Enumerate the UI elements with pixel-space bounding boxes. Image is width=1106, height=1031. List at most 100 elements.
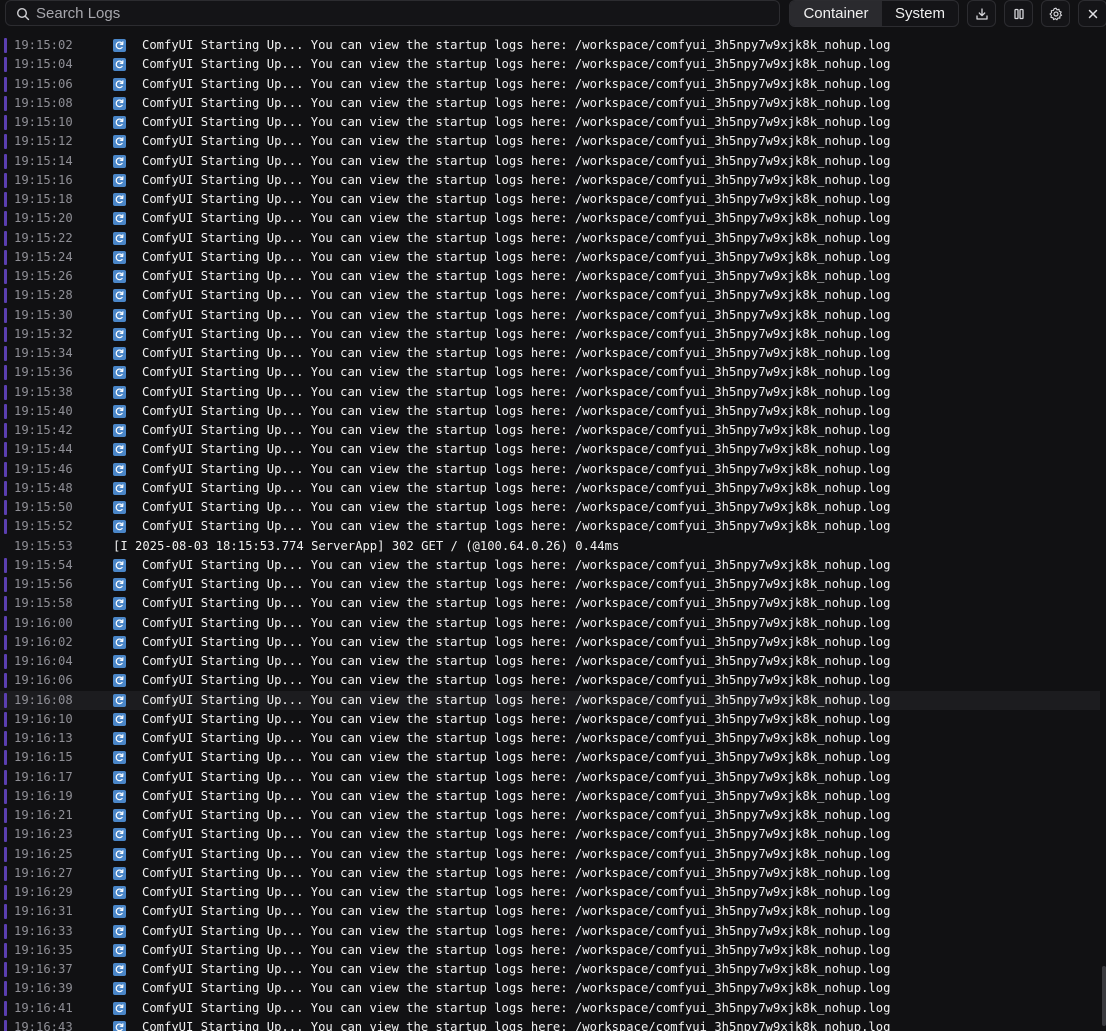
log-row[interactable]: 19:16:21 ComfyUI Starting Up... You can v… [0,806,1100,825]
log-row[interactable]: 19:16:27 ComfyUI Starting Up... You can v… [0,864,1100,883]
log-message: ComfyUI Starting Up... You can view the … [142,134,891,149]
scrollbar[interactable] [1100,36,1106,1031]
log-level-bar [4,211,7,227]
log-row[interactable]: 19:16:41 ComfyUI Starting Up... You can v… [0,999,1100,1018]
log-row[interactable]: 19:15:38 ComfyUI Starting Up... You can v… [0,383,1100,402]
log-row[interactable]: 19:15:34 ComfyUI Starting Up... You can v… [0,344,1100,363]
log-row[interactable]: 19:16:33 ComfyUI Starting Up... You can v… [0,922,1100,941]
log-row[interactable]: 19:15:12 ComfyUI Starting Up... You can v… [0,132,1100,151]
refresh-icon [113,212,126,226]
log-row[interactable]: 19:15:30 ComfyUI Starting Up... You can v… [0,306,1100,325]
log-row[interactable]: 19:16:37 ComfyUI Starting Up... You can v… [0,960,1100,979]
close-icon [1088,9,1098,19]
scrollbar-thumb[interactable] [1102,966,1106,1026]
log-row[interactable]: 19:16:25 ComfyUI Starting Up... You can v… [0,845,1100,864]
log-timestamp: 19:15:18 [14,192,73,206]
log-row[interactable]: 19:15:08 ComfyUI Starting Up... You can v… [0,94,1100,113]
log-row[interactable]: 19:15:16 ComfyUI Starting Up... You can v… [0,171,1100,190]
refresh-icon [113,943,126,957]
refresh-icon [113,924,126,938]
log-row[interactable]: 19:16:08 ComfyUI Starting Up... You can v… [0,690,1100,710]
log-timestamp: 19:15:16 [14,172,73,187]
log-row[interactable]: 19:15:14 ComfyUI Starting Up... You can v… [0,152,1100,171]
log-row[interactable]: 19:15:44 ComfyUI Starting Up... You can v… [0,440,1100,459]
log-row[interactable]: 19:15:20 ComfyUI Starting Up... You can v… [0,209,1100,228]
refresh-icon [113,886,126,899]
refresh-icon [113,96,126,110]
log-row[interactable]: 19:16:31 ComfyUI Starting Up... You can v… [0,902,1100,921]
log-row[interactable]: 19:15:36 ComfyUI Starting Up... You can v… [0,363,1100,382]
download-button[interactable] [967,0,996,27]
log-row[interactable]: 19:16:06 ComfyUI Starting Up... You can v… [0,671,1100,690]
log-row[interactable]: 19:16:02 ComfyUI Starting Up... You can v… [0,633,1100,652]
log-row[interactable]: 19:15:50 ComfyUI Starting Up... You can v… [0,498,1100,517]
log-message: ComfyUI Starting Up... You can view the … [142,1019,891,1031]
log-row[interactable]: 19:16:29 ComfyUI Starting Up... You can v… [0,883,1100,902]
log-row[interactable]: 19:15:58 ComfyUI Starting Up... You can v… [0,594,1100,613]
log-row[interactable]: 19:15:22 ComfyUI Starting Up... You can v… [0,229,1100,248]
log-timestamp: 19:15:58 [14,596,73,611]
settings-button[interactable] [1041,0,1070,27]
log-timestamp: 19:16:29 [14,885,73,899]
refresh-icon [113,289,126,303]
log-row[interactable]: 19:15:40 ComfyUI Starting Up... You can v… [0,402,1100,421]
log-row[interactable]: 19:16:04 ComfyUI Starting Up... You can v… [0,652,1100,671]
tab-system[interactable]: System [882,1,958,26]
log-row[interactable]: 19:15:52 ComfyUI Starting Up... You can v… [0,517,1100,536]
log-row[interactable]: 19:16:17 ComfyUI Starting Up... You can v… [0,768,1100,787]
log-message: ComfyUI Starting Up... You can view the … [142,326,891,341]
tab-container[interactable]: Container [790,1,882,26]
log-row[interactable]: 19:16:35 ComfyUI Starting Up... You can v… [0,941,1100,960]
log-row[interactable]: 19:15:48 ComfyUI Starting Up... You can v… [0,479,1100,498]
log-message: ComfyUI Starting Up... You can view the … [142,981,891,996]
log-message: ComfyUI Starting Up... You can view the … [142,846,891,861]
log-timestamp: 19:15:48 [14,480,73,495]
log-row[interactable]: 19:15:56 ComfyUI Starting Up... You can v… [0,575,1100,594]
log-row[interactable]: 19:15:42 ComfyUI Starting Up... You can v… [0,421,1100,440]
log-timestamp: 19:16:27 [14,865,73,880]
log-row[interactable]: 19:15:26 ComfyUI Starting Up... You can v… [0,267,1100,286]
log-row[interactable]: 19:16:00 ComfyUI Starting Up... You can v… [0,614,1100,633]
log-row[interactable]: 19:15:02 ComfyUI Starting Up... You can v… [0,36,1100,55]
refresh-icon [113,270,126,283]
log-row[interactable]: 19:16:15 ComfyUI Starting Up... You can v… [0,748,1100,767]
refresh-icon [113,655,126,668]
log-timestamp: 19:16:19 [14,788,73,803]
columns-button[interactable] [1004,0,1033,27]
log-timestamp: 19:15:06 [14,76,73,91]
log-row[interactable]: 19:15:32 ComfyUI Starting Up... You can v… [0,325,1100,344]
log-row[interactable]: 19:15:54 ComfyUI Starting Up... You can v… [0,556,1100,575]
log-level-bar [4,673,7,689]
log-message: ComfyUI Starting Up... You can view the … [142,1000,891,1015]
search-box[interactable] [5,0,780,26]
log-row[interactable]: 19:15:10 ComfyUI Starting Up... You can v… [0,113,1100,132]
log-level-bar [4,711,7,727]
log-level-bar [4,750,7,766]
log-row[interactable]: 19:15:53 [I 2025-08-03 18:15:53.774 Serve… [0,537,1100,556]
refresh-icon [113,154,126,168]
log-row[interactable]: 19:15:46 ComfyUI Starting Up... You can v… [0,460,1100,479]
search-input[interactable] [36,1,766,25]
refresh-icon [113,327,126,341]
close-button[interactable] [1078,0,1106,27]
log-row[interactable]: 19:16:39 ComfyUI Starting Up... You can v… [0,979,1100,998]
log-row[interactable]: 19:15:18 ComfyUI Starting Up... You can v… [0,190,1100,209]
log-row[interactable]: 19:16:13 ComfyUI Starting Up... You can v… [0,729,1100,748]
log-row[interactable]: 19:15:04 ComfyUI Starting Up... You can v… [0,55,1100,74]
log-row[interactable]: 19:16:19 ComfyUI Starting Up... You can v… [0,787,1100,806]
log-row[interactable]: 19:16:10 ComfyUI Starting Up... You can v… [0,710,1100,729]
log-message: ComfyUI Starting Up... You can view the … [142,615,891,630]
log-row[interactable]: 19:15:28 ComfyUI Starting Up... You can v… [0,286,1100,305]
log-message: ComfyUI Starting Up... You can view the … [142,95,891,110]
log-message: ComfyUI Starting Up... You can view the … [142,461,891,476]
log-message: ComfyUI Starting Up... You can view the … [142,634,891,649]
log-timestamp: 19:15:50 [14,500,73,514]
log-level-bar [4,615,7,631]
log-row[interactable]: 19:15:06 ComfyUI Starting Up... You can v… [0,75,1100,94]
log-timestamp: 19:15:46 [14,461,73,476]
log-timestamp: 19:15:02 [14,38,73,52]
log-row[interactable]: 19:16:43 ComfyUI Starting Up... You can v… [0,1018,1100,1031]
log-row[interactable]: 19:15:24 ComfyUI Starting Up... You can v… [0,248,1100,267]
log-list[interactable]: 19:15:02 ComfyUI Starting Up... You can v… [0,36,1100,1031]
log-row[interactable]: 19:16:23 ComfyUI Starting Up... You can v… [0,825,1100,844]
